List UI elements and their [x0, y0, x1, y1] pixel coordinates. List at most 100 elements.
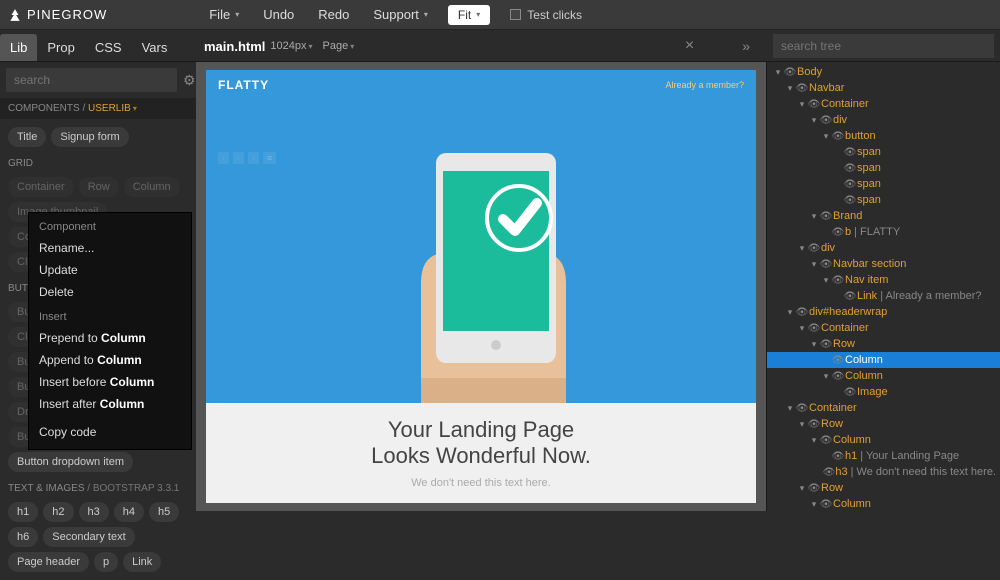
page-preview[interactable]: FLATTY Already a member? ···≡	[206, 70, 756, 503]
tree-search-input[interactable]	[773, 34, 994, 58]
visibility-icon[interactable]: 👁	[807, 243, 821, 254]
tab-lib[interactable]: Lib	[0, 34, 37, 61]
ctx-delete[interactable]: Delete	[29, 281, 191, 303]
ctx-copy-code[interactable]: Copy code	[29, 421, 191, 443]
visibility-icon[interactable]: 👁	[831, 275, 845, 286]
visibility-icon[interactable]: 👁	[795, 403, 809, 414]
file-name[interactable]: main.html	[204, 39, 265, 54]
visibility-icon[interactable]: 👁	[819, 435, 833, 446]
tree-row[interactable]: ▾👁Container	[767, 320, 1000, 336]
visibility-icon[interactable]: 👁	[807, 483, 821, 494]
visibility-icon[interactable]: 👁	[819, 339, 833, 350]
tree-row[interactable]: 👁span	[767, 192, 1000, 208]
collapse-right-icon[interactable]: »	[734, 38, 758, 54]
ctx-append[interactable]: Append to Column	[29, 349, 191, 371]
tree-row[interactable]: 👁h1 | Your Landing Page	[767, 448, 1000, 464]
tree-row[interactable]: ▾👁button	[767, 128, 1000, 144]
tab-css[interactable]: CSS	[85, 34, 132, 61]
lib-chip[interactable]: Link	[123, 552, 161, 572]
tree-row[interactable]: 👁h3 | We don't need this text here.	[767, 464, 1000, 480]
tree-row[interactable]: 👁Column	[767, 352, 1000, 368]
lib-chip[interactable]: Page header	[8, 552, 89, 572]
visibility-icon[interactable]: 👁	[843, 163, 857, 174]
visibility-icon[interactable]: 👁	[807, 323, 821, 334]
visibility-icon[interactable]: 👁	[795, 307, 809, 318]
visibility-icon[interactable]: 👁	[843, 387, 857, 398]
lib-chip[interactable]: h5	[149, 502, 179, 522]
gear-icon[interactable]: ⚙	[183, 72, 196, 89]
test-clicks-checkbox[interactable]	[510, 9, 521, 20]
lib-chip[interactable]: Row	[79, 177, 119, 197]
visibility-icon[interactable]: 👁	[831, 371, 845, 382]
tree-row[interactable]: 👁b | FLATTY	[767, 224, 1000, 240]
file-menu[interactable]: File	[197, 7, 251, 22]
lib-chip[interactable]: h6	[8, 527, 38, 547]
redo-button[interactable]: Redo	[306, 7, 361, 22]
tree-row[interactable]: ▾👁Container	[767, 96, 1000, 112]
visibility-icon[interactable]: 👁	[807, 419, 821, 430]
visibility-icon[interactable]: 👁	[831, 451, 845, 462]
tree-row[interactable]: ▾👁Nav item	[767, 272, 1000, 288]
lib-chip[interactable]: h3	[79, 502, 109, 522]
lib-chip[interactable]: h1	[8, 502, 38, 522]
lib-chip[interactable]: h2	[43, 502, 73, 522]
canvas-width[interactable]: 1024px	[270, 40, 312, 52]
tree-row[interactable]: ▾👁Row	[767, 336, 1000, 352]
visibility-icon[interactable]: 👁	[795, 83, 809, 94]
tree-row[interactable]: ▾👁Navbar section	[767, 256, 1000, 272]
visibility-icon[interactable]: 👁	[819, 259, 833, 270]
tree-row[interactable]: 👁Link | Already a member?	[767, 288, 1000, 304]
library-search-input[interactable]	[6, 68, 177, 92]
visibility-icon[interactable]: 👁	[843, 147, 857, 158]
tree-row[interactable]: ▾👁Column	[767, 368, 1000, 384]
components-section-header[interactable]: COMPONENTS / USERLIB	[0, 98, 196, 119]
visibility-icon[interactable]: 👁	[843, 179, 857, 190]
tree-row[interactable]: ▾👁Row	[767, 416, 1000, 432]
userlib-dropdown[interactable]: USERLIB	[88, 103, 137, 114]
lib-chip[interactable]: Signup form	[51, 127, 128, 147]
visibility-icon[interactable]: 👁	[819, 211, 833, 222]
tree-row[interactable]: ▾👁Container	[767, 400, 1000, 416]
lib-chip[interactable]: Container	[8, 177, 74, 197]
tree-row[interactable]: 👁span	[767, 144, 1000, 160]
tree-row[interactable]: ▾👁Row	[767, 480, 1000, 496]
ctx-insert-before[interactable]: Insert before Column	[29, 371, 191, 393]
visibility-icon[interactable]: 👁	[831, 227, 845, 238]
tree-row[interactable]: ▾👁div#headerwrap	[767, 304, 1000, 320]
tree-row[interactable]: ▾👁div	[767, 112, 1000, 128]
page-dropdown[interactable]: Page	[323, 40, 355, 52]
lib-chip[interactable]: Secondary text	[43, 527, 134, 547]
tree-row[interactable]: ▾👁Column	[767, 496, 1000, 511]
ctx-prepend[interactable]: Prepend to Column	[29, 327, 191, 349]
tree-row[interactable]: ▾👁Body	[767, 64, 1000, 80]
tab-vars[interactable]: Vars	[132, 34, 178, 61]
lib-chip[interactable]: Button dropdown item	[8, 452, 133, 472]
tab-prop[interactable]: Prop	[37, 34, 84, 61]
visibility-icon[interactable]: 👁	[819, 115, 833, 126]
tree-row[interactable]: ▾👁Navbar	[767, 80, 1000, 96]
visibility-icon[interactable]: 👁	[831, 355, 845, 366]
visibility-icon[interactable]: 👁	[783, 67, 797, 78]
lib-chip[interactable]: Column	[124, 177, 180, 197]
tree-row[interactable]: 👁span	[767, 176, 1000, 192]
visibility-icon[interactable]: 👁	[831, 131, 845, 142]
visibility-icon[interactable]: 👁	[819, 499, 833, 510]
fit-dropdown[interactable]: Fit	[448, 5, 490, 25]
tree-row[interactable]: 👁span	[767, 160, 1000, 176]
tree-row[interactable]: ▾👁Column	[767, 432, 1000, 448]
ctx-update[interactable]: Update	[29, 259, 191, 281]
lib-chip[interactable]: p	[94, 552, 118, 572]
visibility-icon[interactable]: 👁	[823, 467, 836, 478]
visibility-icon[interactable]: 👁	[843, 291, 857, 302]
ctx-rename[interactable]: Rename...	[29, 237, 191, 259]
visibility-icon[interactable]: 👁	[843, 195, 857, 206]
close-icon[interactable]: ×	[685, 37, 694, 55]
visibility-icon[interactable]: 👁	[807, 99, 821, 110]
tree-row[interactable]: ▾👁Brand	[767, 208, 1000, 224]
tree-row[interactable]: ▾👁div	[767, 240, 1000, 256]
ctx-insert-after[interactable]: Insert after Column	[29, 393, 191, 415]
undo-button[interactable]: Undo	[251, 7, 306, 22]
tree-row[interactable]: 👁Image	[767, 384, 1000, 400]
lib-chip[interactable]: Title	[8, 127, 46, 147]
lib-chip[interactable]: h4	[114, 502, 144, 522]
